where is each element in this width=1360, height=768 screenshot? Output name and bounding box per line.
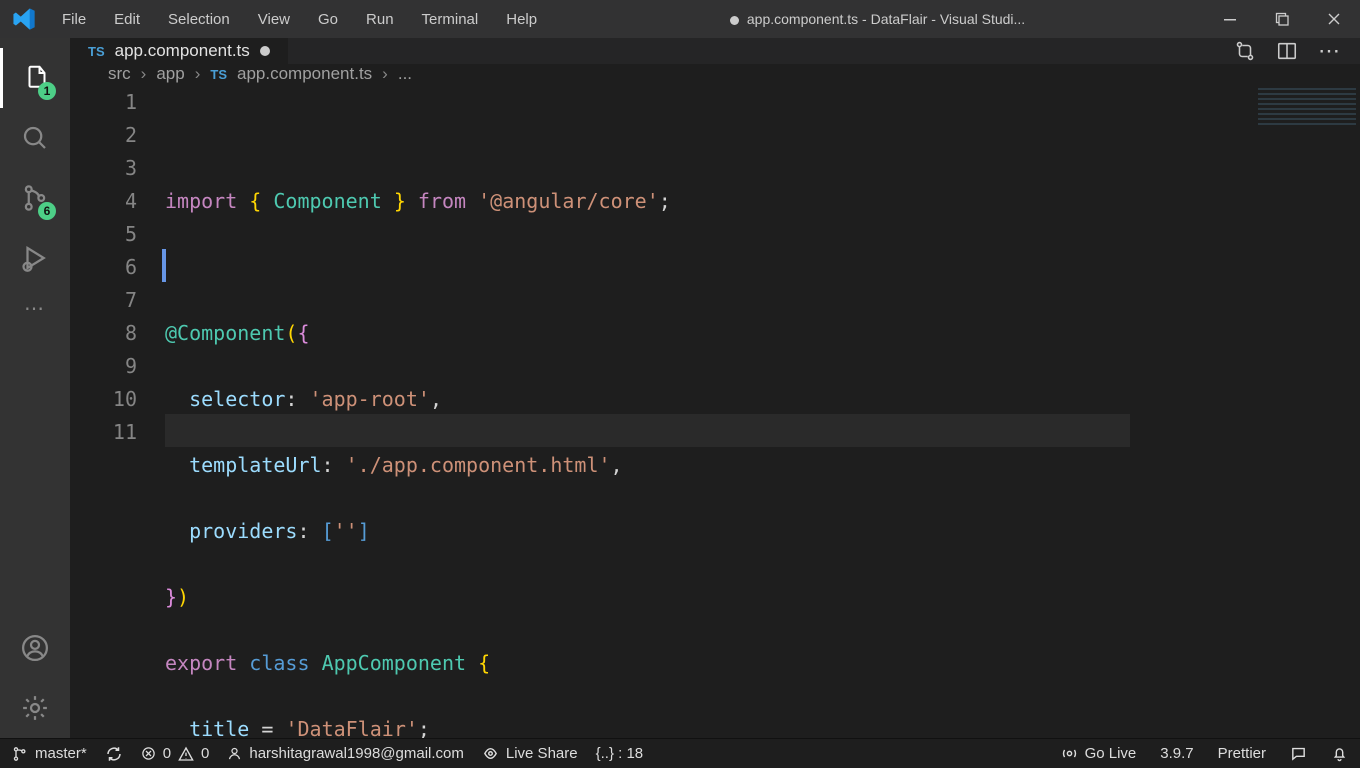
menu-go[interactable]: Go [304,11,352,28]
explorer-badge: 1 [38,82,56,100]
activity-explorer[interactable]: 1 [0,48,70,108]
editor-area: TS app.component.ts ⋯ src › app › TS app… [70,38,1360,738]
vscode-logo-icon [0,6,48,32]
activity-accounts[interactable] [0,618,70,678]
unsaved-dot-icon [260,46,270,56]
breadcrumb-app[interactable]: app [156,64,184,84]
status-bracket[interactable]: {..} : 18 [596,745,644,762]
status-bell-icon[interactable] [1331,745,1348,762]
status-branch[interactable]: master* [12,745,87,762]
close-button[interactable] [1308,12,1360,26]
activity-settings[interactable] [0,678,70,738]
menu-bar: File Edit Selection View Go Run Terminal… [48,11,551,28]
status-bar: master* 0 0 harshitagrawal1998@gmail.com… [0,738,1360,768]
editor[interactable]: 1234567891011 import { Component } from … [70,84,1360,738]
line-numbers: 1234567891011 [70,84,165,738]
chevron-right-icon: › [195,64,201,84]
breadcrumb-src[interactable]: src [108,64,131,84]
status-golive[interactable]: Go Live [1061,745,1137,762]
split-editor-icon[interactable] [1276,40,1298,62]
ts-file-icon: TS [210,67,227,82]
menu-selection[interactable]: Selection [154,11,244,28]
status-liveshare[interactable]: Live Share [482,745,578,762]
status-account[interactable]: harshitagrawal1998@gmail.com [227,745,464,762]
breadcrumb-file[interactable]: app.component.ts [237,64,372,84]
status-sync[interactable] [105,745,123,763]
activity-more-icon[interactable]: ⋯ [24,288,46,328]
menu-view[interactable]: View [244,11,304,28]
window-controls [1204,12,1360,26]
status-feedback-icon[interactable] [1290,745,1307,762]
status-ts-version[interactable]: 3.9.7 [1160,745,1193,762]
activity-bar: 1 6 ⋯ [0,38,70,738]
window-title: app.component.ts - DataFlair - Visual St… [551,11,1204,27]
tab-bar: TS app.component.ts ⋯ [70,38,1360,64]
scm-badge: 6 [38,202,56,220]
status-prettier[interactable]: Prettier [1218,745,1266,762]
menu-run[interactable]: Run [352,11,408,28]
activity-source-control[interactable]: 6 [0,168,70,228]
chevron-right-icon: › [141,64,147,84]
tab-label: app.component.ts [115,41,250,61]
breadcrumb[interactable]: src › app › TS app.component.ts › ... [70,64,1360,84]
maximize-button[interactable] [1256,12,1308,26]
code-content[interactable]: import { Component } from '@angular/core… [165,84,1250,738]
menu-edit[interactable]: Edit [100,11,154,28]
ts-file-icon: TS [88,44,105,59]
minimize-button[interactable] [1204,12,1256,26]
status-problems[interactable]: 0 0 [141,745,210,762]
breadcrumb-symbol[interactable]: ... [398,64,412,84]
activity-search[interactable] [0,108,70,168]
menu-terminal[interactable]: Terminal [408,11,493,28]
minimap[interactable] [1250,84,1360,738]
chevron-right-icon: › [382,64,388,84]
tab-app-component[interactable]: TS app.component.ts [70,38,289,64]
activity-run-debug[interactable] [0,228,70,288]
unsaved-dot-icon [730,16,739,25]
more-actions-icon[interactable]: ⋯ [1318,38,1340,64]
compare-changes-icon[interactable] [1234,40,1256,62]
menu-help[interactable]: Help [492,11,551,28]
title-bar: File Edit Selection View Go Run Terminal… [0,0,1360,38]
menu-file[interactable]: File [48,11,100,28]
minimap-content [1258,88,1356,126]
